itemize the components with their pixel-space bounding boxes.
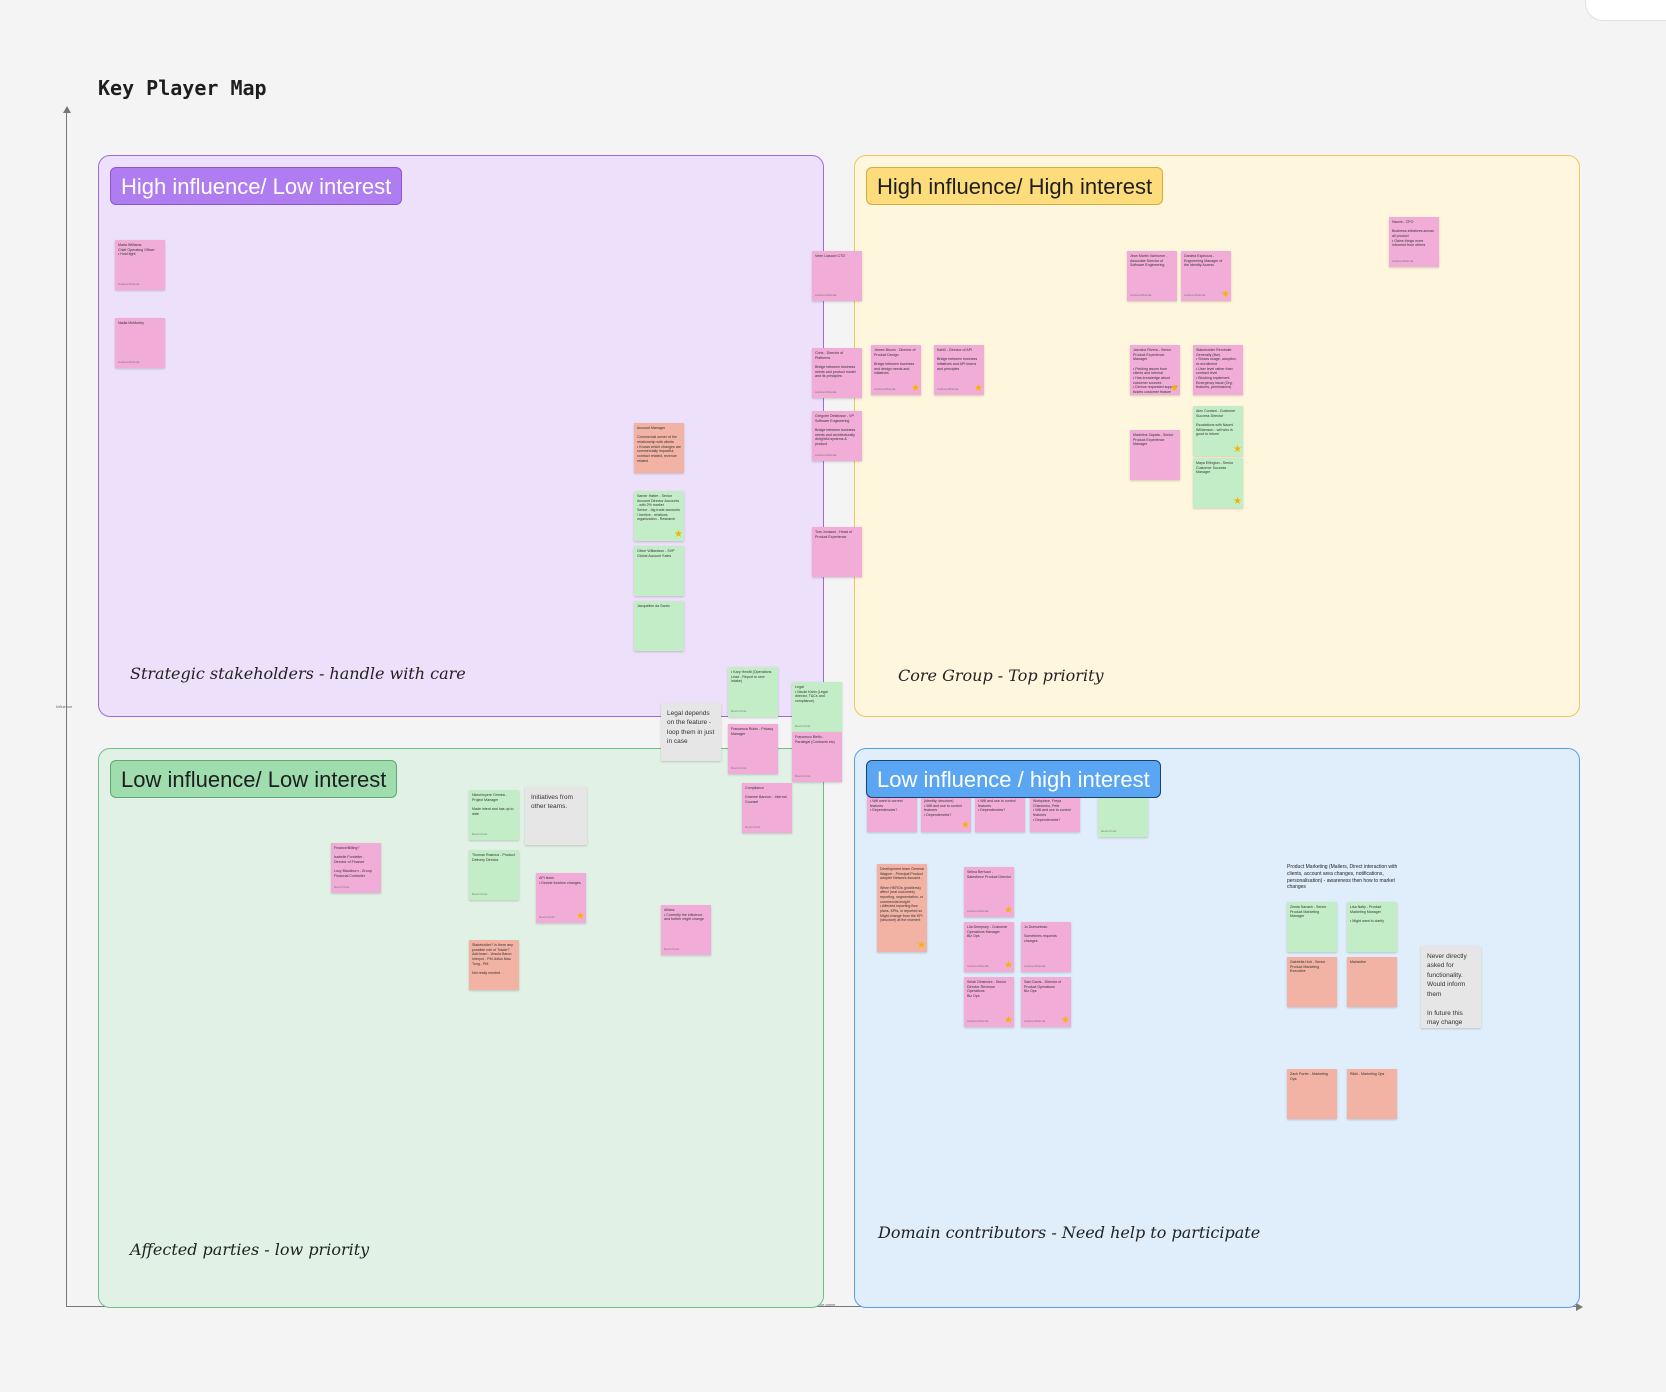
- star-icon: ★: [974, 383, 983, 394]
- sticky-note[interactable]: Allianz • Currently the influence - and …: [661, 905, 711, 955]
- sticky-note[interactable]: Finance/Billing? Isabelle Fondelier - Di…: [331, 843, 381, 893]
- sticky-note[interactable]: Selah Dinsmore - Senior Director Revenue…: [964, 977, 1014, 1027]
- sticky-note[interactable]: Compliance Graeme Bannon - Internal Coun…: [742, 783, 792, 833]
- star-icon: ★: [1004, 1015, 1013, 1026]
- sticky-note[interactable]: Legal • Nicole Kahn (Legal director, T&C…: [792, 682, 842, 732]
- quadrant-high-influence-low-interest[interactable]: [98, 155, 824, 717]
- star-icon: ★: [576, 911, 585, 922]
- star-icon: ★: [1061, 1015, 1070, 1026]
- sticky-note[interactable]: Jacqueline da Santo: [634, 601, 684, 651]
- sticky-note[interactable]: Maria Williams Chief Operating Officer •…: [115, 240, 165, 290]
- sticky-note[interactable]: James Bloom - Director of Product Design…: [871, 345, 921, 395]
- sticky-note[interactable]: Veen Liasoch CTO Andrea Miranda: [812, 251, 862, 301]
- caption-hh[interactable]: Core Group - Top priority: [898, 666, 1104, 685]
- sticky-note[interactable]: Development team General Wagner - Princi…: [877, 864, 927, 952]
- product-marketing-note[interactable]: Product Marketing (Mailers, Direct inter…: [1287, 864, 1409, 891]
- legal-grey-note[interactable]: Legal depends on the feature - loop them…: [661, 703, 721, 761]
- sticky-note[interactable]: Oliver Willardson - SVP Global Account S…: [634, 546, 684, 596]
- sticky-note[interactable]: Daniela Espinoza - Engineering Manager o…: [1181, 251, 1231, 301]
- sticky-note[interactable]: Gabriella Holt - Senior Product Marketin…: [1287, 957, 1337, 1007]
- quadrant-label-ll[interactable]: Low influence/ Low interest: [110, 760, 398, 798]
- star-icon: ★: [1004, 960, 1013, 971]
- sticky-note[interactable]: Naomi - CPO Business initiatives across …: [1389, 217, 1439, 267]
- star-icon: ★: [1221, 289, 1230, 300]
- sticky-note[interactable]: API team • Decide function changes Devin …: [536, 873, 586, 923]
- sticky-note[interactable]: Zinnia Sacash - Senior Product Marketing…: [1287, 902, 1337, 952]
- sticky-note[interactable]: Jo Dumonteau Sometimes requests changes A…: [1021, 922, 1071, 972]
- y-axis-arrow-icon: [63, 106, 71, 113]
- corner-panel-tab[interactable]: [1585, 0, 1666, 21]
- sticky-note[interactable]: Lila Dempsey - Customer Operations Manag…: [964, 922, 1014, 972]
- quadrant-label-hh[interactable]: High influence/ High interest: [866, 167, 1164, 205]
- sticky-note[interactable]: • Kary Hewitt (Operations Lead - Report …: [728, 667, 778, 717]
- caption-lh[interactable]: Domain contributors - Need help to parti…: [878, 1223, 1260, 1242]
- star-icon: ★: [1233, 496, 1242, 507]
- sticky-note[interactable]: Samer Hatter - Senior Account Director A…: [634, 491, 684, 541]
- sticky-note[interactable]: Marianthe: [1347, 957, 1397, 1007]
- star-icon: ★: [961, 820, 970, 831]
- sticky-note[interactable]: Francesco Biello - Paralegal (Contracts …: [792, 732, 842, 782]
- sticky-note[interactable]: Maya Ellington - Senior Customer Success…: [1193, 458, 1243, 508]
- initiatives-grey-note[interactable]: Initiatives from other teams.: [525, 787, 587, 845]
- caption-ll[interactable]: Affected parties - low priority: [130, 1240, 369, 1259]
- never-directly-grey-note[interactable]: Never directly asked for functionality. …: [1421, 946, 1481, 1028]
- star-icon: ★: [1233, 444, 1242, 455]
- quadrant-label-hl[interactable]: High influence/ Low interest: [110, 167, 403, 205]
- quadrant-label-lh[interactable]: Low influence / high interest: [866, 760, 1161, 798]
- sticky-note[interactable]: Stakeholder? Is there any possible role …: [469, 940, 519, 990]
- star-icon: ★: [911, 383, 920, 394]
- x-axis-arrow-icon: [1576, 1303, 1583, 1311]
- sticky-note[interactable]: Tom Jonsson - Head of Product Experience: [812, 527, 862, 577]
- sticky-note[interactable]: Stakeholder Reminder Generally (five) • …: [1193, 345, 1243, 395]
- caption-hl[interactable]: Strategic stakeholders - handle with car…: [130, 664, 466, 683]
- quadrant-low-influence-low-interest[interactable]: [98, 748, 824, 1308]
- sticky-note[interactable]: Alex Contant - Customer Success Director…: [1193, 406, 1243, 456]
- sticky-note[interactable]: Rikki - Marketing Ops: [1347, 1069, 1397, 1119]
- y-axis-label: Influence: [56, 704, 73, 709]
- sticky-note[interactable]: Lisa Nalty - Product Marketing Manager •…: [1347, 902, 1397, 952]
- star-icon: ★: [1004, 905, 1013, 916]
- sticky-note[interactable]: Madeline Zapata - Senior Product Experie…: [1130, 430, 1180, 480]
- sticky-note[interactable]: Sam Davis - Director of Product Operatio…: [1021, 977, 1071, 1027]
- sticky-note[interactable]: Jean Martin Vanhorne - Associate Directo…: [1127, 251, 1177, 301]
- star-icon: ★: [674, 529, 683, 540]
- sticky-note[interactable]: Thomas Rasmus - Product Delivery Directo…: [469, 850, 519, 900]
- sticky-note[interactable]: Selina Bertucci - Salesforce Product Dir…: [964, 867, 1014, 917]
- sticky-note[interactable]: Nadia McMorley Andrea Miranda: [115, 318, 165, 368]
- sticky-note[interactable]: Jasmine Rivera - Senior Product Experien…: [1130, 345, 1180, 395]
- sticky-note[interactable]: Kahlil - Director of API Bridge between …: [934, 345, 984, 395]
- sticky-note[interactable]: Grégoire Delafosse - VP Software Enginee…: [812, 411, 862, 461]
- sticky-note[interactable]: Account Manager Commercial owner of the …: [634, 423, 684, 473]
- sticky-note[interactable]: Chris - Director of Platforms Bridge bet…: [812, 348, 862, 398]
- sticky-note[interactable]: Nkechinyere Orimba - Project Manager Mad…: [469, 790, 519, 840]
- sticky-note[interactable]: Zach Porter - Marketing Ops: [1287, 1069, 1337, 1119]
- star-icon: ★: [917, 940, 926, 951]
- board-title: Key Player Map: [98, 76, 267, 100]
- star-icon: ★: [1170, 383, 1179, 394]
- sticky-note[interactable]: Francesca Rubin - Privacy Manager Devin F…: [728, 724, 778, 774]
